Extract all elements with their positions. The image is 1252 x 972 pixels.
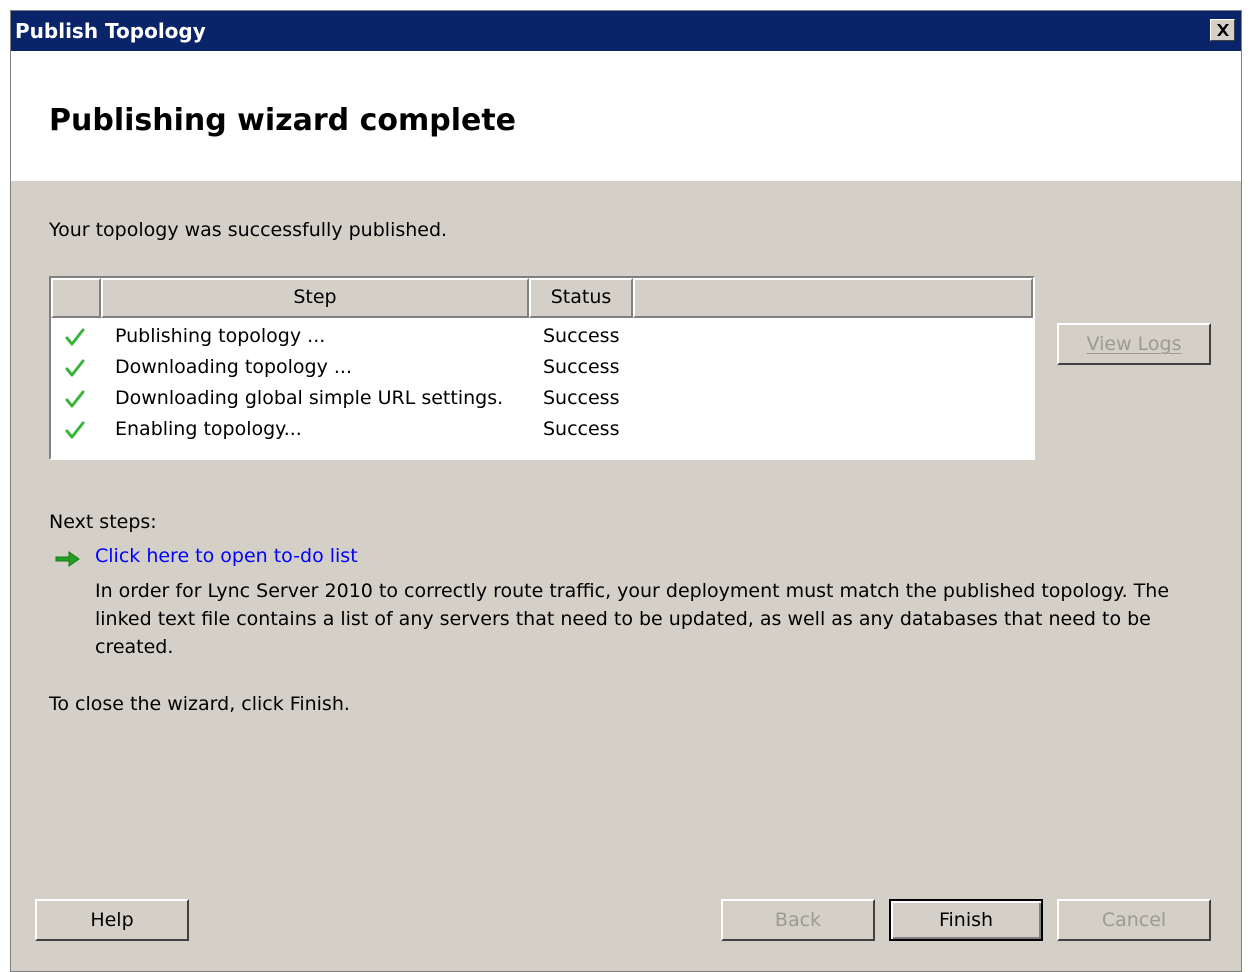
view-logs-button[interactable]: View Logs: [1057, 323, 1211, 365]
title-bar[interactable]: Publish Topology: [11, 11, 1241, 51]
view-logs-label: View Logs: [1086, 333, 1182, 355]
help-button[interactable]: Help: [35, 899, 189, 941]
step-name: Downloading topology ...: [115, 356, 352, 378]
finish-button[interactable]: Finish: [889, 899, 1043, 941]
column-header-step[interactable]: Step: [101, 278, 529, 318]
column-header-empty[interactable]: [633, 278, 1033, 318]
check-icon: [65, 328, 85, 346]
todo-list-link[interactable]: Click here to open to-do list: [95, 545, 358, 567]
green-arrow-icon: [55, 551, 80, 567]
table-rows: Publishing topology ... Success Download…: [51, 322, 1033, 446]
intro-text: Your topology was successfully published…: [49, 219, 448, 241]
step-name: Downloading global simple URL settings.: [115, 387, 504, 409]
window-title: Publish Topology: [15, 19, 206, 43]
next-steps-description: In order for Lync Server 2010 to correct…: [95, 580, 1170, 658]
step-status: Success: [543, 387, 620, 409]
steps-table: Step Status Publishing topology ... Succ…: [49, 276, 1035, 460]
back-button[interactable]: Back: [721, 899, 875, 941]
back-label: Back: [774, 909, 822, 931]
check-icon: [65, 390, 85, 408]
check-icon: [65, 359, 85, 377]
close-instruction: To close the wizard, click Finish.: [49, 693, 350, 715]
step-name: Publishing topology ...: [115, 325, 326, 347]
help-label: Help: [90, 909, 134, 931]
step-status: Success: [543, 418, 620, 440]
close-button[interactable]: [1210, 19, 1235, 41]
cancel-label: Cancel: [1101, 909, 1167, 931]
step-name: Enabling topology...: [115, 418, 302, 440]
check-icon: [65, 421, 85, 439]
column-header-icon[interactable]: [51, 278, 101, 318]
cancel-button[interactable]: Cancel: [1057, 899, 1211, 941]
table-row[interactable]: Publishing topology ... Success: [51, 322, 1033, 353]
close-x-icon: [1217, 24, 1229, 36]
next-steps-heading: Next steps:: [49, 511, 157, 533]
column-header-status[interactable]: Status: [529, 278, 633, 318]
table-row[interactable]: Enabling topology... Success: [51, 415, 1033, 446]
step-status: Success: [543, 325, 620, 347]
table-row[interactable]: Downloading topology ... Success: [51, 353, 1033, 384]
table-header: Step Status: [51, 278, 1033, 318]
page-title: Publishing wizard complete: [49, 103, 517, 138]
wizard-header: Publishing wizard complete: [11, 51, 1241, 181]
publish-topology-dialog: Publish Topology Publishing wizard compl…: [10, 10, 1242, 972]
table-row[interactable]: Downloading global simple URL settings. …: [51, 384, 1033, 415]
step-status: Success: [543, 356, 620, 378]
finish-label: Finish: [938, 909, 994, 931]
